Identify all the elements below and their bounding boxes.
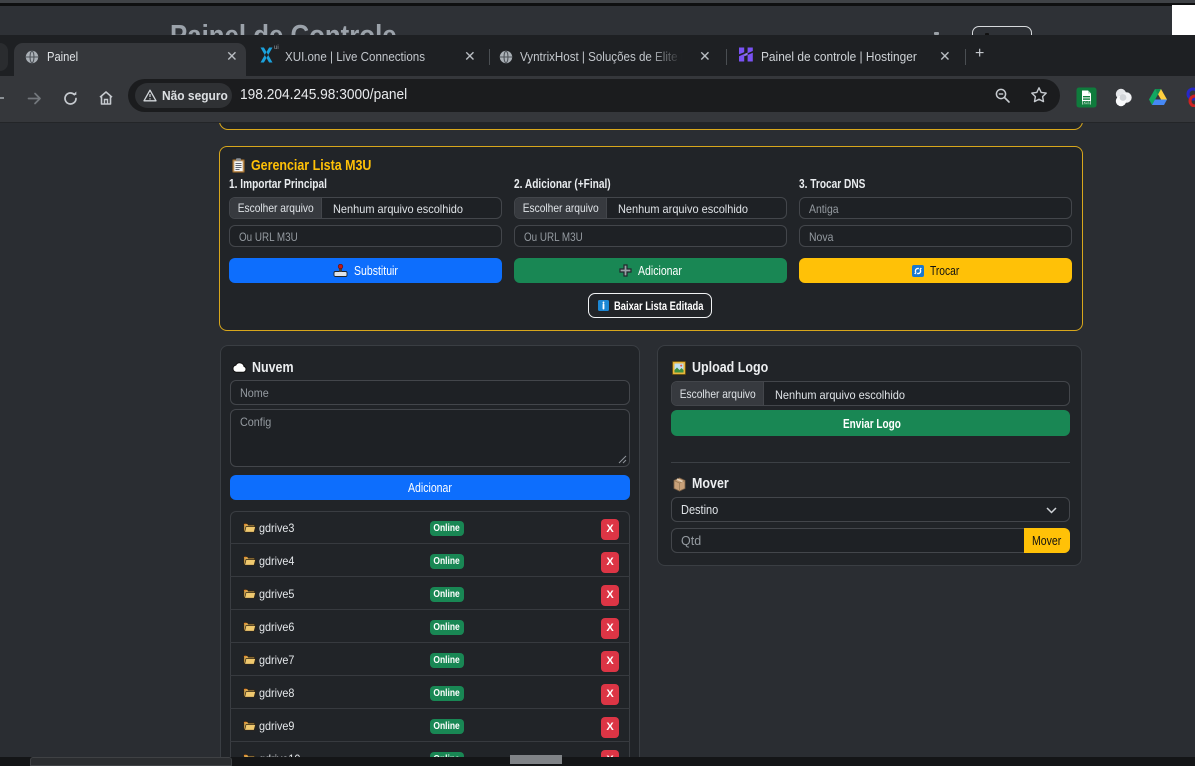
svg-text:XLS: XLS — [1083, 101, 1089, 105]
